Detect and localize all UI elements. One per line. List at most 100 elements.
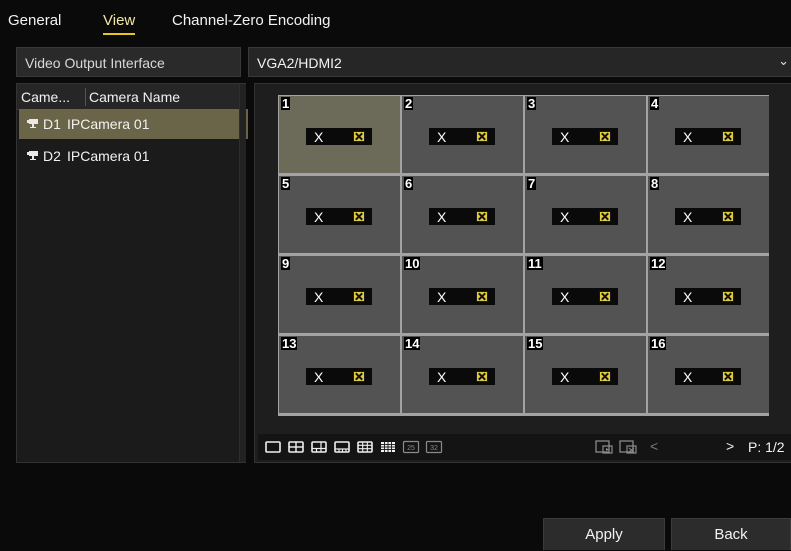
close-icon[interactable]	[476, 371, 488, 382]
cell-number: 3	[527, 96, 537, 111]
column-header-camera-name[interactable]: Camera Name	[89, 89, 180, 105]
next-page-button[interactable]: >	[726, 438, 734, 454]
grid-cell[interactable]: 4 X	[648, 96, 769, 173]
tab-general[interactable]: General	[8, 12, 61, 29]
camera-table-header: Came... Camera Name	[17, 84, 245, 110]
video-output-select[interactable]: VGA2/HDMI2 ⌄	[248, 47, 791, 77]
window-division-grid: 1 X 2 X 3 X 4 X 5 X 6 X 7 X 8 X 9 X 10 X…	[278, 95, 769, 416]
start-live-view-icon[interactable]	[594, 438, 614, 456]
cell-camera-bar: X	[429, 128, 495, 145]
cell-camera-label: X	[437, 129, 447, 145]
cell-camera-bar: X	[675, 128, 741, 145]
cell-camera-label: X	[314, 289, 324, 305]
cell-number: 16	[650, 336, 667, 351]
close-icon[interactable]	[476, 131, 488, 142]
grid-cell[interactable]: 14 X	[402, 336, 523, 413]
layout-25-icon[interactable]: 25	[402, 438, 420, 456]
cell-camera-bar: X	[429, 368, 495, 385]
cell-camera-label: X	[683, 209, 693, 225]
layout-1plus5-icon[interactable]	[310, 438, 328, 456]
grid-cell[interactable]: 10 X	[402, 256, 523, 333]
grid-cell[interactable]: 2 X	[402, 96, 523, 173]
layout-toolbar: 25 32 < > P: 1/2	[258, 434, 791, 460]
cell-camera-bar: X	[306, 288, 372, 305]
grid-cell[interactable]: 7 X	[525, 176, 646, 253]
cell-number: 5	[281, 176, 291, 191]
cell-camera-bar: X	[675, 288, 741, 305]
cell-camera-label: X	[437, 209, 447, 225]
back-button[interactable]: Back	[671, 518, 791, 550]
close-icon[interactable]	[599, 291, 611, 302]
video-output-label: Video Output Interface	[25, 55, 165, 71]
grid-cell[interactable]: 16 X	[648, 336, 769, 413]
cell-number: 8	[650, 176, 660, 191]
grid-cell[interactable]: 13 X	[279, 336, 400, 413]
camera-list-scrollbar[interactable]	[239, 84, 246, 462]
cell-camera-label: X	[314, 369, 324, 385]
cell-camera-label: X	[560, 289, 570, 305]
close-icon[interactable]	[353, 291, 365, 302]
grid-cell[interactable]: 5 X	[279, 176, 400, 253]
close-icon[interactable]	[599, 211, 611, 222]
close-icon[interactable]	[353, 211, 365, 222]
layout-32-icon[interactable]: 32	[425, 438, 443, 456]
cell-camera-bar: X	[306, 368, 372, 385]
cell-camera-bar: X	[429, 208, 495, 225]
cell-number: 12	[650, 256, 667, 271]
cell-number: 1	[281, 96, 291, 111]
grid-cell[interactable]: 15 X	[525, 336, 646, 413]
close-icon[interactable]	[722, 211, 734, 222]
layout-4x4-icon[interactable]	[379, 438, 397, 456]
cell-camera-bar: X	[429, 288, 495, 305]
camera-icon	[27, 119, 38, 128]
column-header-camera[interactable]: Came...	[21, 89, 70, 105]
close-icon[interactable]	[353, 371, 365, 382]
close-icon[interactable]	[599, 371, 611, 382]
grid-cell[interactable]: 11 X	[525, 256, 646, 333]
cell-camera-label: X	[560, 209, 570, 225]
apply-button[interactable]: Apply	[543, 518, 665, 550]
tab-view-label: View	[103, 12, 136, 29]
cell-camera-label: X	[314, 209, 324, 225]
cell-camera-label: X	[314, 129, 324, 145]
chevron-down-icon: ⌄	[778, 53, 789, 68]
close-icon[interactable]	[476, 211, 488, 222]
prev-page-button[interactable]: <	[650, 438, 658, 454]
tab-channel-zero-encoding[interactable]: Channel-Zero Encoding	[172, 12, 330, 29]
cell-camera-label: X	[560, 129, 570, 145]
close-icon[interactable]	[722, 291, 734, 302]
grid-cell[interactable]: 9 X	[279, 256, 400, 333]
grid-cell[interactable]: 6 X	[402, 176, 523, 253]
cell-number: 2	[404, 96, 414, 111]
layout-2x2-icon[interactable]	[287, 438, 305, 456]
cell-camera-label: X	[683, 369, 693, 385]
cell-camera-bar: X	[306, 208, 372, 225]
grid-cell[interactable]: 8 X	[648, 176, 769, 253]
grid-cell[interactable]: 1 X	[279, 96, 400, 173]
stop-live-view-icon[interactable]	[618, 438, 638, 456]
close-icon[interactable]	[722, 371, 734, 382]
camera-list-panel: Came... Camera Name D1 IPCamera 01 D2 IP…	[16, 83, 248, 463]
active-tab-underline	[103, 33, 136, 35]
close-icon[interactable]	[599, 131, 611, 142]
camera-row[interactable]: D2 IPCamera 01	[19, 141, 248, 171]
grid-cell[interactable]: 12 X	[648, 256, 769, 333]
cell-number: 13	[281, 336, 298, 351]
close-icon[interactable]	[353, 131, 365, 142]
layout-1x1-icon[interactable]	[264, 438, 282, 456]
layout-25-label: 25	[407, 445, 415, 452]
cell-camera-bar: X	[552, 128, 618, 145]
grid-cell[interactable]: 3 X	[525, 96, 646, 173]
layout-32-label: 32	[430, 445, 438, 452]
cell-camera-label: X	[683, 129, 693, 145]
layout-1plus7-icon[interactable]	[333, 438, 351, 456]
layout-3x3-icon[interactable]	[356, 438, 374, 456]
cell-camera-label: X	[683, 289, 693, 305]
close-icon[interactable]	[476, 291, 488, 302]
tab-view[interactable]: View	[103, 12, 136, 35]
cell-number: 6	[404, 176, 414, 191]
column-divider[interactable]	[85, 88, 86, 106]
cell-camera-bar: X	[552, 288, 618, 305]
camera-row[interactable]: D1 IPCamera 01	[19, 109, 248, 139]
close-icon[interactable]	[722, 131, 734, 142]
